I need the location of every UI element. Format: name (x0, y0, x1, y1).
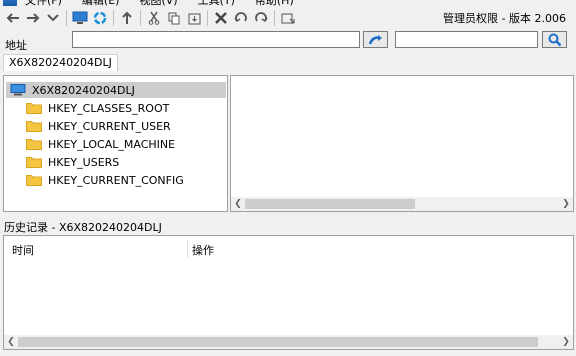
redo-button[interactable] (251, 9, 271, 27)
menu-edit[interactable]: 编辑(E) (82, 0, 120, 8)
tree-item-label: HKEY_USERS (48, 155, 120, 169)
paste-button[interactable] (184, 9, 204, 27)
menu-help[interactable]: 帮助(H) (255, 0, 294, 8)
history-list[interactable]: 时间 操作 ❮ ❯ (3, 235, 574, 350)
tree-root-computer[interactable]: X6X820240204DLJ (6, 82, 226, 98)
history-dropdown-button[interactable] (43, 9, 63, 27)
search-input[interactable] (395, 31, 538, 48)
go-arrow-icon (368, 34, 382, 44)
search-icon (548, 33, 561, 46)
delete-button[interactable] (211, 9, 231, 27)
registry-tree[interactable]: X6X820240204DLJ HKEY_CLASSES_ROOT HKEY_C… (3, 75, 228, 212)
copy-button[interactable] (164, 9, 184, 27)
scroll-left-icon[interactable]: ❮ (4, 335, 18, 349)
app-icon (3, 0, 17, 6)
chevron-down-icon (47, 14, 59, 22)
tree-item-label: HKEY_CURRENT_CONFIG (48, 173, 184, 187)
computer-icon (72, 11, 88, 24)
delete-icon (215, 12, 227, 24)
up-arrow-icon (122, 11, 132, 24)
copy-icon (168, 12, 179, 24)
toolbar-separator (66, 10, 67, 26)
refresh-icon (93, 11, 107, 25)
undo-icon (234, 12, 247, 23)
folder-icon (26, 121, 42, 132)
history-title: 历史记录 - X6X820240204DLJ (4, 221, 162, 234)
go-button[interactable] (363, 31, 388, 48)
tree-item-label: HKEY_CLASSES_ROOT (48, 101, 170, 115)
status-bar (0, 351, 576, 356)
scroll-thumb[interactable] (245, 199, 415, 209)
tree-item-label: HKEY_LOCAL_MACHINE (48, 137, 176, 151)
scroll-thumb[interactable] (18, 337, 538, 347)
column-header-action[interactable]: 操作 (192, 242, 214, 258)
folder-icon (26, 175, 42, 186)
computer-icon (10, 84, 26, 96)
address-input[interactable] (72, 31, 360, 48)
tree-item-hku[interactable]: HKEY_USERS (26, 154, 119, 170)
menu-bar: 文件(F) 编辑(E) 视图(V) 工具(T) 帮助(H) (0, 0, 576, 7)
tree-item-hkcr[interactable]: HKEY_CLASSES_ROOT (26, 100, 169, 116)
cut-button[interactable] (144, 9, 164, 27)
tree-item-hkcu[interactable]: HKEY_CURRENT_USER (26, 118, 171, 134)
toolbar-separator (207, 10, 208, 26)
toolbar-separator (113, 10, 114, 26)
values-horizontal-scrollbar[interactable]: ❮ ❯ (231, 197, 573, 211)
forward-icon (27, 13, 40, 23)
column-header-time[interactable]: 时间 (12, 242, 34, 258)
column-divider[interactable] (187, 240, 188, 258)
forward-button[interactable] (23, 9, 43, 27)
menu-file[interactable]: 文件(F) (25, 0, 62, 8)
toolbar-separator (140, 10, 141, 26)
history-horizontal-scrollbar[interactable]: ❮ ❯ (4, 335, 573, 349)
tree-item-label: HKEY_CURRENT_USER (48, 119, 171, 133)
scroll-track[interactable] (18, 337, 559, 347)
back-button[interactable] (3, 9, 23, 27)
back-icon (6, 13, 19, 23)
refresh-button[interactable] (90, 9, 110, 27)
tree-root-label: X6X820240204DLJ (32, 83, 135, 97)
scroll-track[interactable] (245, 199, 559, 209)
tree-item-hkcc[interactable]: HKEY_CURRENT_CONFIG (26, 172, 184, 188)
redo-icon (255, 12, 268, 23)
address-label: 地址 (5, 39, 27, 52)
cut-icon (148, 11, 160, 25)
search-button[interactable] (542, 31, 567, 48)
new-window-icon (281, 13, 295, 23)
menu-tools[interactable]: 工具(T) (198, 0, 235, 8)
scroll-left-icon[interactable]: ❮ (231, 197, 245, 211)
up-button[interactable] (117, 9, 137, 27)
folder-icon (26, 139, 42, 150)
undo-button[interactable] (231, 9, 251, 27)
admin-version-label: 管理员权限 - 版本 2.006 (443, 12, 566, 25)
values-list[interactable]: ❮ ❯ (230, 75, 574, 212)
new-window-button[interactable] (278, 9, 298, 27)
tab-computer[interactable]: X6X820240204DLJ (3, 54, 118, 71)
toolbar-separator (274, 10, 275, 26)
folder-icon (26, 103, 42, 114)
computer-button[interactable] (70, 9, 90, 27)
menu-view[interactable]: 视图(V) (139, 0, 177, 8)
paste-icon (188, 13, 200, 24)
scroll-right-icon[interactable]: ❯ (559, 335, 573, 349)
folder-icon (26, 157, 42, 168)
scroll-right-icon[interactable]: ❯ (559, 197, 573, 211)
tree-item-hklm[interactable]: HKEY_LOCAL_MACHINE (26, 136, 175, 152)
